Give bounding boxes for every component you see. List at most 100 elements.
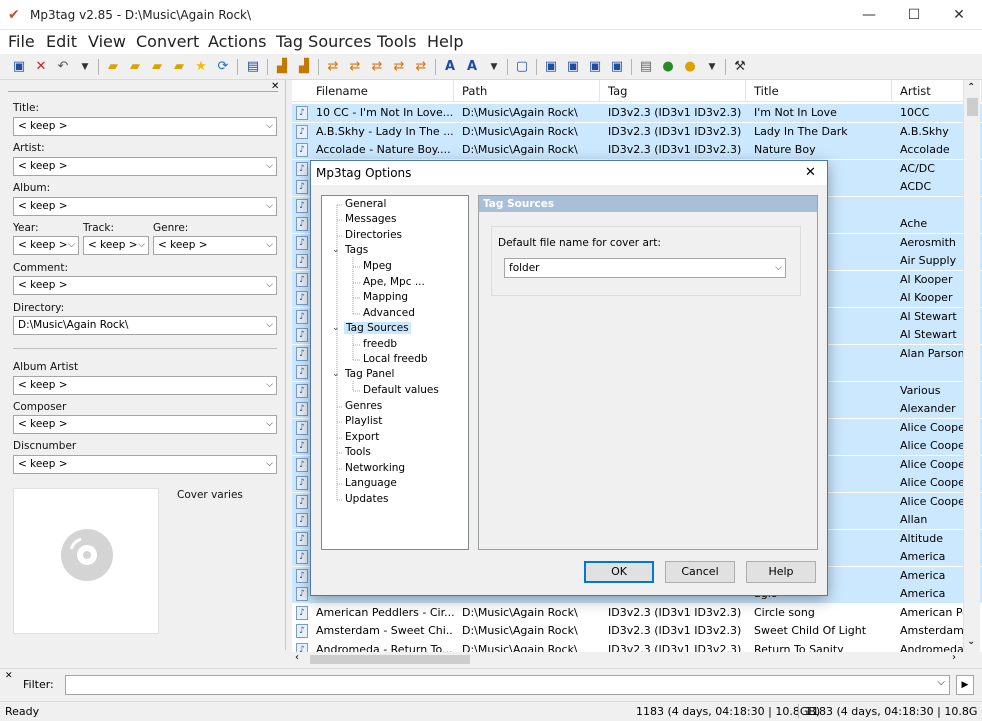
menu-file[interactable]: File — [8, 32, 35, 51]
extended-tags-icon[interactable]: ▢ — [513, 58, 531, 76]
tree-item-directories[interactable]: Directories — [345, 229, 402, 241]
tree-item-language[interactable]: Language — [345, 477, 397, 489]
tree-item-tag-panel[interactable]: Tag Panel — [345, 368, 394, 380]
refresh-icon[interactable]: ⟳ — [214, 58, 232, 76]
actions-dropdown-icon[interactable]: ▼ — [485, 58, 503, 76]
menu-view[interactable]: View — [88, 32, 126, 51]
tree-item-genres[interactable]: Genres — [345, 400, 382, 412]
column-header-tag[interactable]: Tag — [600, 80, 746, 102]
tree-item-freedb[interactable]: freedb — [363, 338, 397, 350]
menu-tools[interactable]: Tools — [377, 32, 416, 51]
expand-chevron-icon[interactable]: ⌄ — [332, 245, 340, 255]
freedb-icon[interactable]: ● — [681, 58, 699, 76]
chevron-down-icon[interactable]: ⌵ — [937, 677, 945, 688]
album-field[interactable]: < keep > ⌵ — [13, 197, 277, 216]
tree-item-tags[interactable]: Tags — [345, 244, 368, 256]
tree-item-general[interactable]: General — [345, 198, 386, 210]
scroll-down-icon[interactable]: ⌄ — [967, 636, 975, 647]
tree-item-networking[interactable]: Networking — [345, 462, 405, 474]
menu-tag-sources[interactable]: Tag Sources — [276, 32, 371, 51]
copy-tag-icon[interactable]: ▣ — [564, 58, 582, 76]
tree-item-mpeg[interactable]: Mpeg — [363, 260, 392, 272]
table-row[interactable]: ♪ Accolade - Nature Boy.... D:\Music\Again… — [292, 141, 982, 159]
favorite-folder-icon[interactable]: ▰ — [170, 58, 188, 76]
tree-item-updates[interactable]: Updates — [345, 493, 389, 505]
composer-field[interactable]: < keep > ⌵ — [13, 415, 277, 434]
tree-item-mapping[interactable]: Mapping — [363, 291, 408, 303]
undo-dropdown-icon[interactable]: ▼ — [76, 58, 94, 76]
scroll-thumb[interactable] — [967, 98, 978, 116]
filter-input[interactable]: ⌵ — [65, 675, 950, 695]
remove-tag-icon[interactable]: ✕ — [32, 58, 50, 76]
edit-icon[interactable]: ▣ — [542, 58, 560, 76]
undo-icon[interactable]: ↶ — [54, 58, 72, 76]
menu-actions[interactable]: Actions — [208, 32, 266, 51]
genre-field[interactable]: < keep > ⌵ — [153, 236, 277, 255]
cover-art-box[interactable] — [13, 488, 159, 634]
auto-numbering-icon[interactable]: A — [441, 58, 459, 76]
artist-field[interactable]: < keep > ⌵ — [13, 157, 277, 176]
scroll-right-icon[interactable]: › — [952, 652, 956, 663]
tree-item-ape-mpc[interactable]: Ape, Mpc ... — [363, 276, 425, 288]
menu-convert[interactable]: Convert — [136, 32, 199, 51]
case-conversion-icon[interactable]: A — [463, 58, 481, 76]
options-wrench-icon[interactable]: ⚒ — [731, 58, 749, 76]
column-header-path[interactable]: Path — [454, 80, 600, 102]
open-folder-icon[interactable]: ▰ — [148, 58, 166, 76]
title-field[interactable]: < keep > ⌵ — [13, 117, 277, 136]
tree-item-tools[interactable]: Tools — [345, 446, 371, 458]
minimize-button[interactable]: — — [846, 0, 892, 30]
maximize-button[interactable]: ☐ — [891, 0, 937, 30]
album-artist-field[interactable]: < keep > ⌵ — [13, 376, 277, 395]
comment-field[interactable]: < keep > ⌵ — [13, 276, 277, 295]
table-row[interactable]: ♪ American Peddlers - Cir... D:\Music\Agai… — [292, 604, 982, 622]
scroll-left-icon[interactable]: ‹ — [295, 652, 299, 663]
cancel-button[interactable]: Cancel — [665, 561, 735, 583]
year-field[interactable]: < keep > ⌵ — [13, 236, 79, 255]
table-row[interactable]: ♪ Andromeda - Return To... D:\Music\Again … — [292, 641, 982, 652]
filename-tag-icon[interactable]: ⇄ — [346, 58, 364, 76]
tag-tag-icon[interactable]: ⇄ — [412, 58, 430, 76]
save-icon[interactable]: ▣ — [10, 58, 28, 76]
tree-item-tag-sources[interactable]: Tag Sources — [344, 322, 411, 334]
directory-field[interactable]: D:\Music\Again Rock\ ⌵ — [13, 316, 277, 335]
text-file-tag-icon[interactable]: ⇄ — [390, 58, 408, 76]
track-field[interactable]: < keep > ⌵ — [83, 236, 149, 255]
playlist-icon[interactable]: ▟ — [295, 58, 313, 76]
vertical-scrollbar[interactable]: ⌃ ⌄ — [963, 80, 980, 652]
help-button[interactable]: Help — [746, 561, 816, 583]
table-row[interactable]: ♪ Amsterdam - Sweet Chi... D:\Music\Again … — [292, 622, 982, 640]
web-sources-icon[interactable]: ● — [659, 58, 677, 76]
column-header-filename[interactable]: Filename — [292, 80, 454, 102]
hscroll-thumb[interactable] — [310, 655, 470, 664]
table-row[interactable]: ♪ A.B.Skhy - Lady In The ... D:\Music\Agai… — [292, 122, 982, 141]
sources-dropdown-icon[interactable]: ▼ — [703, 58, 721, 76]
paste-tag-icon[interactable]: ▣ — [586, 58, 604, 76]
list-icon[interactable]: ▤ — [244, 58, 262, 76]
add-directory-icon[interactable]: ▰ — [126, 58, 144, 76]
filter-go-button[interactable]: ▶ — [956, 675, 974, 695]
tree-item-default-values[interactable]: Default values — [363, 384, 439, 396]
ok-button[interactable]: OK — [584, 561, 654, 583]
filename-filename-icon[interactable]: ⇄ — [368, 58, 386, 76]
menu-help[interactable]: Help — [427, 32, 463, 51]
change-directory-icon[interactable]: ▰ — [104, 58, 122, 76]
export-icon[interactable]: ▟ — [273, 58, 291, 76]
cover-art-filename-select[interactable]: folder ⌵ — [504, 258, 786, 278]
favorites-star-icon[interactable]: ★ — [192, 58, 210, 76]
menu-edit[interactable]: Edit — [46, 32, 77, 51]
column-header-title[interactable]: Title — [746, 80, 892, 102]
horizontal-scrollbar[interactable]: ‹ › — [292, 652, 982, 667]
dialog-close-icon[interactable]: ✕ — [805, 161, 816, 185]
tree-item-advanced[interactable]: Advanced — [363, 307, 415, 319]
close-window-button[interactable]: ✕ — [936, 0, 982, 30]
tree-item-playlist[interactable]: Playlist — [345, 415, 382, 427]
select-all-icon[interactable]: ▣ — [608, 58, 626, 76]
print-icon[interactable]: ▤ — [637, 58, 655, 76]
scroll-up-icon[interactable]: ⌃ — [967, 82, 975, 93]
discnumber-field[interactable]: < keep > ⌵ — [13, 455, 277, 474]
tag-filename-icon[interactable]: ⇄ — [324, 58, 342, 76]
tree-item-local-freedb[interactable]: Local freedb — [363, 353, 428, 365]
tree-item-messages[interactable]: Messages — [345, 213, 397, 225]
filter-close-icon[interactable]: ✕ — [5, 671, 13, 681]
